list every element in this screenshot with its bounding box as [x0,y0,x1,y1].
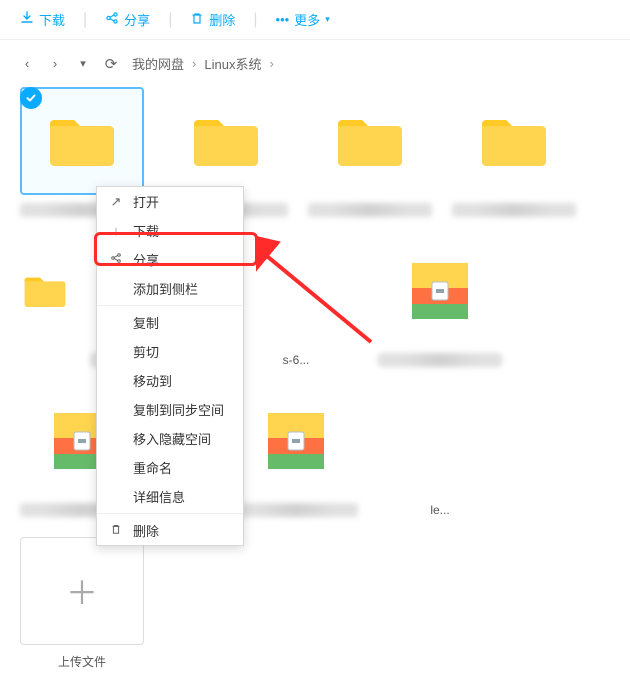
share-icon [105,11,119,28]
ctx-separator [97,305,243,306]
download-label: 下载 [39,10,65,29]
ctx-rename[interactable]: 重命名 [97,453,243,482]
delete-label: 删除 [209,10,235,29]
upload-button[interactable]: ＋ 上传文件 [20,537,144,670]
ctx-sync-copy[interactable]: 复制到同步空间 [97,395,243,424]
crumb-root[interactable]: 我的网盘 [132,54,184,73]
history-dropdown[interactable]: ▾ [76,57,90,71]
nav-bar: ‹ › ▾ ⟳ 我的网盘 › Linux系统 › [0,40,630,87]
folder-item[interactable] [452,87,576,217]
ctx-add-sidebar[interactable]: 添加到侧栏 [97,274,243,303]
ctx-copy[interactable]: 复制 [97,308,243,337]
trash-icon [190,11,204,28]
forward-button[interactable]: › [48,57,62,71]
refresh-button[interactable]: ⟳ [104,57,118,71]
folder-item[interactable] [308,87,432,217]
download-icon [20,11,34,28]
more-label: 更多 [294,10,320,29]
share-label: 分享 [124,10,150,29]
back-button[interactable]: ‹ [20,57,34,71]
item-label [308,203,432,217]
share-button[interactable]: 分享 [105,10,150,29]
ctx-hidden-move[interactable]: 移入隐藏空间 [97,424,243,453]
action-toolbar: 下载 | 分享 | 删除 | ••• 更多 ▾ [0,0,630,40]
file-item[interactable]: le... [378,387,502,517]
file-grid: s-6... le... ＋ 上传文件 [0,87,630,690]
chevron-right-icon: › [269,56,273,71]
archive-item[interactable] [378,237,502,367]
ctx-separator [97,513,243,514]
chevron-right-icon: › [192,56,196,71]
item-label [378,353,502,367]
crumb-path1[interactable]: Linux系统 [204,54,261,73]
item-label: le... [378,503,502,517]
toolbar-sep: | [83,11,87,29]
plus-icon: ＋ [66,568,98,614]
open-icon: ↗ [109,194,123,210]
annotation-arrow [256,236,376,356]
archive-item[interactable] [234,387,358,517]
item-label [452,203,576,217]
more-button[interactable]: ••• 更多 ▾ [276,10,330,29]
ctx-move[interactable]: 移动到 [97,366,243,395]
download-button[interactable]: 下载 [20,10,65,29]
ctx-cut[interactable]: 剪切 [97,337,243,366]
ctx-delete[interactable]: 删除 [97,516,243,545]
toolbar-sep: | [168,11,172,29]
folder-item[interactable] [20,237,70,367]
item-label [234,503,358,517]
chevron-down-icon: ▾ [325,14,330,25]
breadcrumb: 我的网盘 › Linux系统 › [132,54,274,73]
trash-icon [109,523,123,538]
annotation-highlight [94,232,258,266]
more-icon: ••• [276,12,290,27]
delete-button[interactable]: 删除 [190,10,235,29]
selected-badge [20,87,42,109]
upload-label: 上传文件 [20,653,144,670]
ctx-details[interactable]: 详细信息 [97,482,243,511]
ctx-open[interactable]: ↗打开 [97,187,243,216]
toolbar-sep: | [253,11,257,29]
